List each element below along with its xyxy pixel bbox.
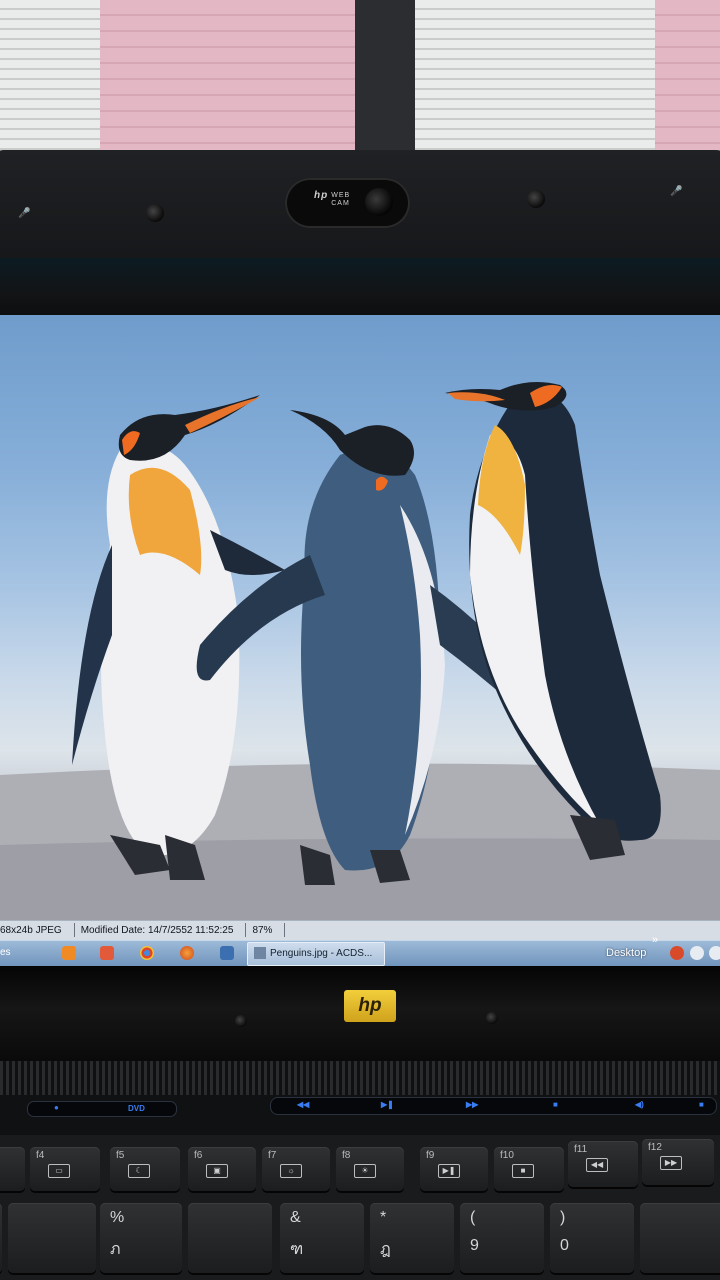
f10-key[interactable]: f10 ■ [494, 1147, 564, 1191]
brightness-up-icon: ☀ [354, 1164, 376, 1178]
sleep-icon: ☾ [128, 1164, 150, 1178]
alert-icon[interactable] [670, 946, 684, 960]
previous-track-icon[interactable]: ◀◀ [297, 1100, 309, 1109]
brightness-down-icon: ☼ [280, 1164, 302, 1178]
stop-icon[interactable]: ■ [553, 1100, 558, 1109]
f11-key[interactable]: f11 ◀◀ [568, 1141, 638, 1187]
tray-icon[interactable] [690, 946, 704, 960]
sensor-dot [146, 204, 164, 222]
keyboard-key[interactable] [8, 1203, 96, 1273]
media-buttons-bar: ◀◀ ▶❚ ▶▶ ■ ◀) ■ [270, 1097, 717, 1115]
webcam-text-2: CAM [331, 200, 350, 207]
percent-key[interactable]: % ภ [100, 1203, 182, 1273]
webcam-lens [365, 188, 393, 216]
volume-icon[interactable]: ◀) [635, 1100, 644, 1109]
app-icon[interactable] [220, 946, 234, 960]
sensor-dot [527, 190, 545, 208]
taskbar-fragment: es [0, 947, 11, 958]
microphone-icon: 🎤 [670, 186, 683, 197]
keyboard-key[interactable] [640, 1203, 720, 1273]
hinge-dot [235, 1015, 247, 1027]
tray-icon[interactable] [709, 946, 720, 960]
penguins-image [0, 315, 720, 920]
next-key-icon: ▶▶ [660, 1156, 682, 1170]
image-viewer-status-bar: 68x24b JPEG Modified Date: 14/7/2552 11:5… [0, 920, 720, 941]
stop-key-icon: ■ [512, 1164, 534, 1178]
pink-partition [655, 0, 720, 165]
keyboard-key[interactable] [0, 1203, 2, 1273]
window-blind [415, 0, 655, 165]
hinge-dot [486, 1012, 498, 1024]
next-track-icon[interactable]: ▶▶ [466, 1100, 478, 1109]
dvd-button[interactable]: DVD [128, 1104, 145, 1113]
webcam-brand: hp [314, 190, 329, 201]
mute-icon[interactable]: ■ [699, 1100, 704, 1109]
lock-icon: ▣ [206, 1164, 228, 1178]
quickplay-icon[interactable]: ● [54, 1103, 59, 1112]
ampersand-key[interactable]: & ฑ [280, 1203, 364, 1273]
speaker-grille [0, 1061, 720, 1095]
f12-key[interactable]: f12 ▶▶ [642, 1139, 714, 1185]
asterisk-key[interactable]: * ฎ [370, 1203, 454, 1273]
play-pause-icon[interactable]: ▶❚ [381, 1100, 394, 1109]
hp-logo: hp [344, 990, 396, 1022]
modified-date: Modified Date: 14/7/2552 11:52:25 [80, 925, 234, 936]
chevron-icon[interactable]: » [652, 934, 658, 946]
microphone-icon: 🎤 [18, 208, 31, 219]
quickplay-bar: ● DVD [27, 1101, 177, 1117]
f5-key[interactable]: f5 ☾ [110, 1147, 180, 1191]
office-background [0, 0, 720, 175]
window-blind [0, 0, 100, 165]
f4-key[interactable]: f4 ▭ [30, 1147, 100, 1191]
webcam-text-1: WEB [331, 192, 351, 199]
image-info: 68x24b JPEG [0, 925, 62, 936]
penguins-illustration [0, 381, 720, 920]
acdsee-icon [254, 947, 266, 960]
screen-upper-edge [0, 258, 720, 318]
app-icon[interactable] [100, 946, 114, 960]
play-pause-key-icon: ▶❚ [438, 1164, 460, 1178]
taskbar-active-window[interactable]: Penguins.jpg - ACDS... [247, 942, 385, 966]
display-switch-icon: ▭ [48, 1164, 70, 1178]
paren-open-key[interactable]: (9 [460, 1203, 544, 1273]
chrome-icon[interactable] [140, 946, 154, 960]
taskbar-window-title: Penguins.jpg - ACDS... [270, 948, 373, 959]
previous-key-icon: ◀◀ [586, 1158, 608, 1172]
zoom-level: 87% [252, 925, 273, 936]
pink-partition [100, 0, 360, 165]
f9-key[interactable]: f9 ▶❚ [420, 1147, 488, 1191]
keyboard-key[interactable] [188, 1203, 272, 1273]
paren-close-key[interactable]: ) 0 [550, 1203, 634, 1273]
keyboard-key[interactable] [0, 1147, 25, 1191]
desktop-toolbar-label[interactable]: Desktop [606, 940, 646, 966]
media-player-icon[interactable] [62, 946, 76, 960]
f7-key[interactable]: f7 ☼ [262, 1147, 330, 1191]
window-frame [355, 0, 415, 175]
f8-key[interactable]: f8 ☀ [336, 1147, 404, 1191]
f6-key[interactable]: f6 ▣ [188, 1147, 256, 1191]
firefox-icon[interactable] [180, 946, 194, 960]
